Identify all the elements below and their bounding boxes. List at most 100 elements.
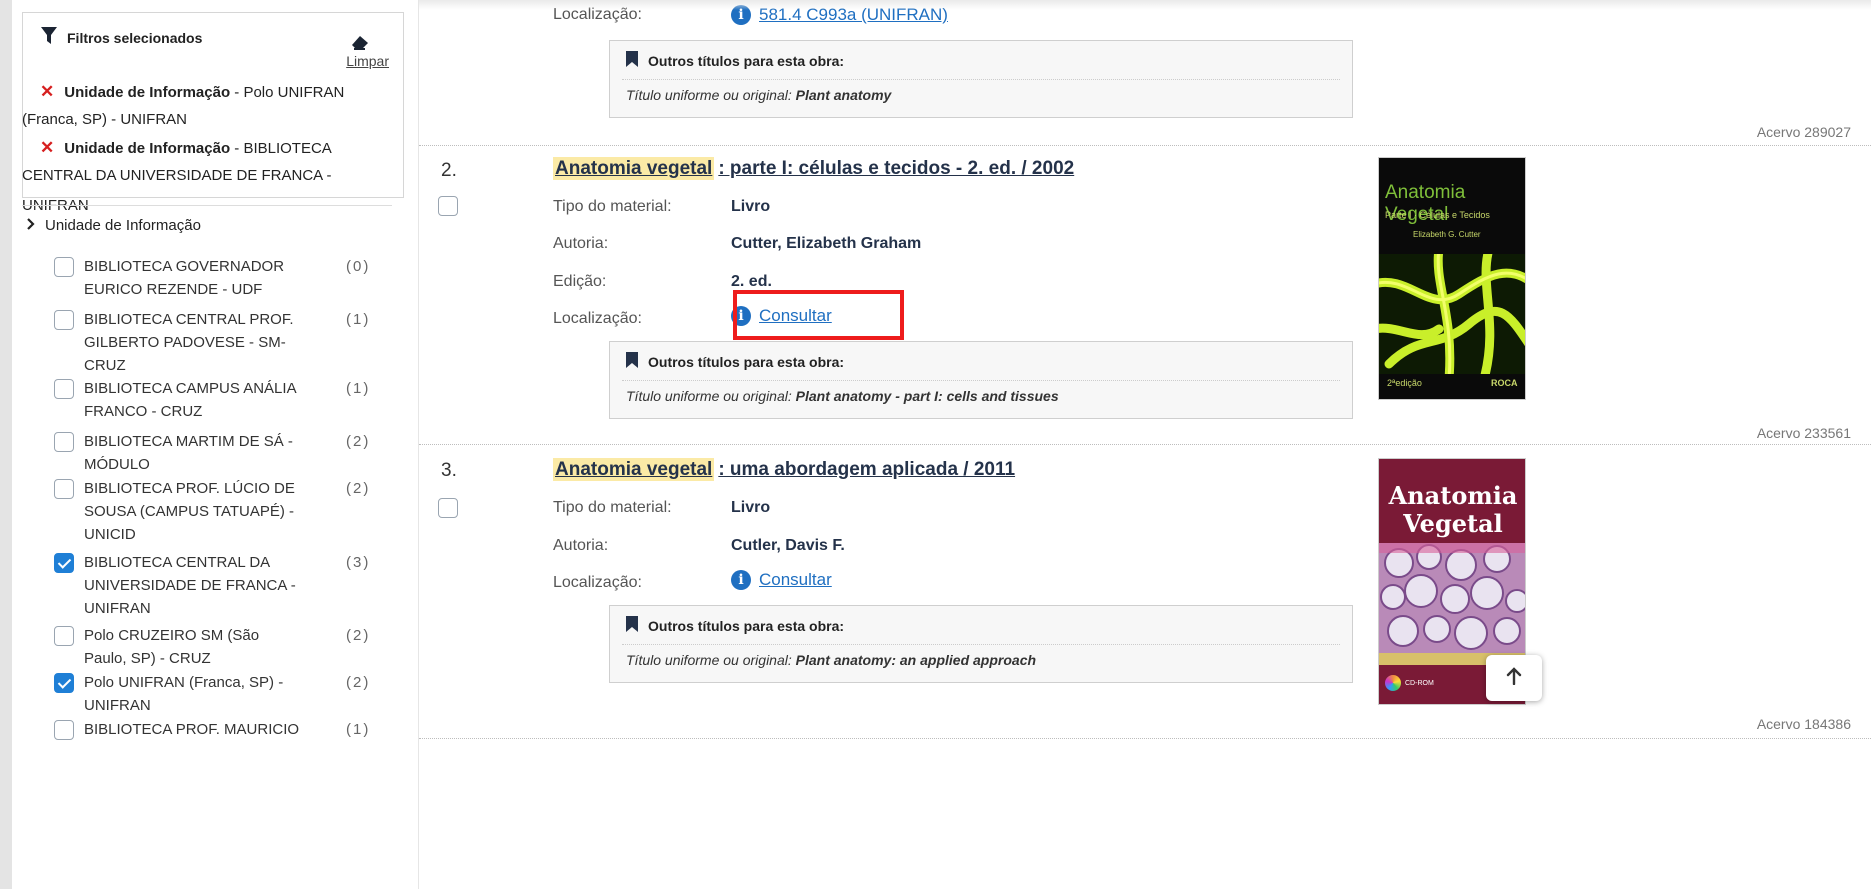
autoria-label: Autoria: — [553, 537, 609, 554]
remove-filter-icon[interactable]: ✕ — [40, 82, 54, 101]
divider — [622, 79, 1340, 80]
result-checkbox[interactable] — [438, 196, 458, 216]
facet-item-count: (1) — [346, 311, 371, 328]
facet-item-count: (2) — [346, 480, 371, 497]
filter-value: - Polo UNIFRAN — [230, 84, 345, 101]
facet-title: Unidade de Informação — [45, 217, 201, 234]
acervo-id: Acervo 184386 — [1756, 716, 1851, 732]
facet-checkbox[interactable] — [54, 720, 74, 740]
selected-filter-1-cont: (Franca, SP) - UNIFRAN — [0, 105, 400, 135]
edicao-value: 2. ed. — [731, 273, 772, 290]
selected-filter-2-cont: CENTRAL DA UNIVERSIDADE DE FRANCA - UNIF… — [0, 161, 400, 221]
book-cover-image[interactable]: Anatomia Vegetal Parte I · Células e Tec… — [1378, 157, 1526, 400]
facet-checkbox[interactable] — [54, 379, 74, 399]
filter-value: - BIBLIOTECA — [230, 140, 332, 157]
title-rest: : parte I: células e tecidos - 2. ed. / … — [718, 158, 1075, 179]
cd-icon — [1385, 675, 1401, 691]
facet-item-count: (2) — [346, 674, 371, 691]
consultar-label: Consultar — [759, 570, 832, 589]
other-titles-header: Outros títulos para esta obra: — [626, 616, 844, 635]
uniform-title-value: Plant anatomy: an applied approach — [795, 652, 1037, 668]
result-separator — [419, 145, 1871, 146]
facet-item-label: BIBLIOTECA CENTRAL PROF. GILBERTO PADOVE… — [84, 311, 294, 374]
facet-checkbox[interactable] — [54, 432, 74, 452]
acervo-id: Acervo 233561 — [1756, 425, 1851, 441]
result-title-link[interactable]: Anatomia vegetal: uma abordagem aplicada… — [553, 458, 1015, 481]
uniform-title-label: Título uniforme ou original: — [626, 87, 792, 103]
top-shadow — [419, 0, 1871, 10]
scroll-to-top-button[interactable] — [1486, 655, 1542, 701]
other-titles-label: Outros títulos para esta obra: — [648, 353, 845, 370]
tipo-label: Tipo do material: — [553, 198, 672, 215]
uniform-title-label: Título uniforme ou original: — [626, 388, 792, 404]
facet-item-count: (2) — [346, 433, 371, 450]
localizacao-label: Localização: — [553, 310, 642, 327]
clear-filters-link[interactable]: Limpar — [346, 53, 389, 69]
facet-item-label: BIBLIOTECA CAMPUS ANÁLIA FRANCO - CRUZ — [84, 380, 296, 420]
remove-filter-icon[interactable]: ✕ — [40, 138, 54, 157]
other-titles-header: Outros títulos para esta obra: — [626, 51, 844, 70]
filter-field: Unidade de Informação — [64, 140, 231, 157]
facet-item-count: (2) — [346, 627, 371, 644]
autoria-label: Autoria: — [553, 235, 609, 252]
arrow-up-icon — [1506, 666, 1522, 690]
uniform-title: Título uniforme ou original: Plant anato… — [626, 652, 1036, 668]
uniform-title-value: Plant anatomy — [795, 87, 892, 103]
cover-cell-artwork — [1379, 254, 1525, 374]
other-titles-box: Outros títulos para esta obra: Título un… — [609, 341, 1353, 419]
other-titles-label: Outros títulos para esta obra: — [648, 52, 845, 69]
facet-item-label: BIBLIOTECA PROF. MAURICIO — [84, 721, 300, 738]
facet-checkbox[interactable] — [54, 257, 74, 277]
filter-field: Unidade de Informação — [64, 84, 231, 101]
page: Filtros selecionados Limpar ✕ Unidade de … — [0, 0, 1871, 889]
other-titles-box: Outros títulos para esta obra: Título un… — [609, 605, 1353, 683]
localizacao-label: Localização: — [553, 574, 642, 591]
filter-value-cont: CENTRAL DA UNIVERSIDADE DE FRANCA - UNIF… — [22, 167, 332, 214]
selected-filter-2: ✕ Unidade de Informação - BIBLIOTECA — [0, 133, 400, 164]
cover-cd-label: CD-ROM — [1405, 680, 1434, 687]
facet-item-label: Polo CRUZEIRO SM (São Paulo, SP) - CRUZ — [84, 627, 260, 667]
other-titles-header: Outros títulos para esta obra: — [626, 352, 844, 371]
cover-subtitle: Parte I · Células e Tecidos — [1385, 210, 1490, 220]
selected-filter-1: ✕ Unidade de Informação - Polo UNIFRAN — [0, 77, 400, 108]
facet-item-label: BIBLIOTECA CENTRAL DA UNIVERSIDADE DE FR… — [84, 554, 296, 617]
facet-item-count: (3) — [346, 554, 371, 571]
result-checkbox[interactable] — [438, 498, 458, 518]
tipo-label: Tipo do material: — [553, 499, 672, 516]
facet-checkbox-checked[interactable] — [54, 673, 74, 693]
selected-filters-title: Filtros selecionados — [67, 29, 203, 46]
facet-checkbox[interactable] — [54, 479, 74, 499]
facet-item-count: (1) — [346, 721, 371, 738]
cover-edition: 2ªedição — [1387, 378, 1422, 388]
bookmark-icon — [626, 51, 638, 70]
facet-checkbox[interactable] — [54, 626, 74, 646]
result-title-link[interactable]: Anatomia vegetal: parte I: células e tec… — [553, 157, 1075, 180]
title-highlight: Anatomia vegetal — [553, 458, 715, 481]
cover-subtitle: Vegetal — [1403, 509, 1503, 538]
facet-checkbox[interactable] — [54, 310, 74, 330]
edicao-label: Edição: — [553, 273, 607, 290]
result-separator — [419, 738, 1871, 739]
facet-item-count: (1) — [346, 380, 371, 397]
annotation-highlight-box — [733, 290, 904, 340]
consultar-link[interactable]: i Consultar — [731, 570, 832, 590]
facet-item-label: Polo UNIFRAN (Franca, SP) - UNIFRAN — [84, 674, 284, 714]
title-highlight: Anatomia vegetal — [553, 157, 715, 180]
other-titles-label: Outros títulos para esta obra: — [648, 617, 845, 634]
selected-filters-header: Filtros selecionados — [37, 27, 389, 48]
facet-item-label: BIBLIOTECA PROF. LÚCIO DE SOUSA (CAMPUS … — [84, 480, 295, 543]
result-separator — [419, 444, 1871, 445]
result-number: 2. — [441, 160, 457, 181]
cover-author: Elizabeth G. Cutter — [1413, 230, 1481, 239]
uniform-title: Título uniforme ou original: Plant anato… — [626, 388, 1059, 404]
cover-publisher: ROCA — [1491, 378, 1518, 388]
facet-checkbox-checked[interactable] — [54, 553, 74, 573]
facet-header[interactable]: Unidade de Informação — [26, 217, 201, 234]
tipo-value: Livro — [731, 198, 771, 215]
other-titles-box: Outros títulos para esta obra: Título un… — [609, 40, 1353, 118]
tipo-value: Livro — [731, 499, 771, 516]
autoria-value: Cutler, Davis F. — [731, 537, 845, 554]
filter-sidebar: Filtros selecionados Limpar ✕ Unidade de … — [22, 0, 406, 889]
chevron-right-icon — [26, 217, 35, 234]
facet-item-label: BIBLIOTECA GOVERNADOR EURICO REZENDE - U… — [84, 258, 285, 298]
